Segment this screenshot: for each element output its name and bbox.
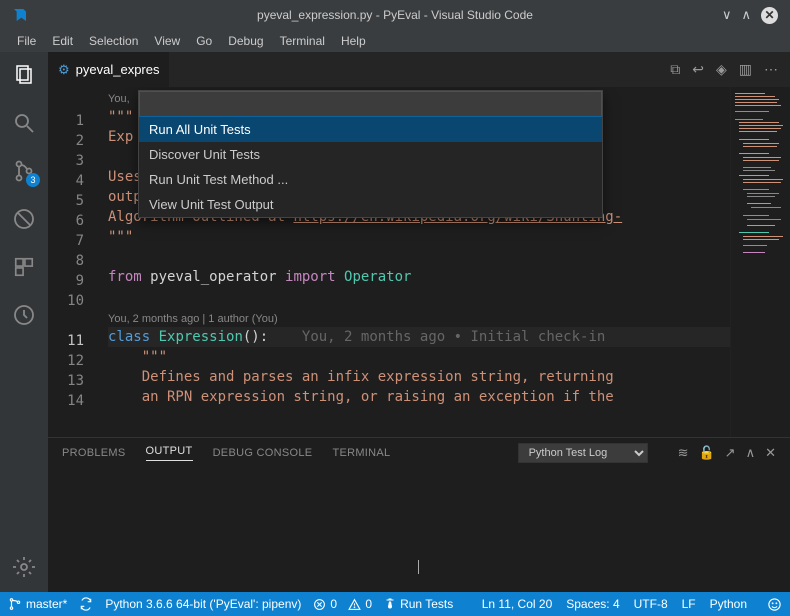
output-body[interactable] [48, 468, 790, 592]
title-bar: pyeval_expression.py - PyEval - Visual S… [0, 0, 790, 30]
tab-action-revert-icon[interactable]: ↩ [692, 61, 704, 78]
status-feedback-icon[interactable] [767, 597, 782, 612]
tab-pyeval-expression[interactable]: ⚙ pyeval_expres [48, 52, 169, 87]
panel-lock-icon[interactable]: 🔓 [698, 445, 714, 461]
menu-file[interactable]: File [10, 32, 43, 50]
panel-tab-debug-console[interactable]: DEBUG CONSOLE [213, 447, 313, 459]
output-channel-select[interactable]: Python Test Log [518, 443, 648, 463]
line-gutter: 123 456 789 10 1112 1314 [48, 87, 102, 437]
activity-bar: 3 [0, 52, 48, 592]
panel-tab-terminal[interactable]: TERMINAL [332, 447, 390, 459]
panel-tab-output[interactable]: OUTPUT [146, 445, 193, 461]
tab-action-split-icon[interactable]: ▥ [739, 61, 752, 78]
menu-go[interactable]: Go [189, 32, 219, 50]
window-maximize-icon[interactable]: ∧ [741, 7, 751, 24]
palette-option-run-method[interactable]: Run Unit Test Method ... [139, 167, 602, 192]
status-language[interactable]: Python [710, 597, 747, 612]
palette-option-run-all[interactable]: Run All Unit Tests [139, 117, 602, 142]
tab-label: pyeval_expres [76, 62, 160, 77]
activity-settings-icon[interactable] [11, 554, 37, 580]
command-palette-input[interactable] [139, 91, 602, 117]
scm-badge: 3 [26, 173, 40, 187]
text-cursor-icon [418, 560, 419, 574]
window-minimize-icon[interactable]: ∨ [722, 7, 732, 24]
menu-edit[interactable]: Edit [45, 32, 80, 50]
menu-debug[interactable]: Debug [221, 32, 270, 50]
command-palette: Run All Unit Tests Discover Unit Tests R… [138, 90, 603, 218]
status-cursor-pos[interactable]: Ln 11, Col 20 [482, 597, 553, 612]
window-close-icon[interactable]: ✕ [761, 7, 778, 24]
menu-view[interactable]: View [147, 32, 187, 50]
panel-open-icon[interactable]: ↗ [725, 445, 736, 461]
status-eol[interactable]: LF [682, 597, 696, 612]
status-problems[interactable]: 0 0 [313, 597, 372, 611]
menu-bar: File Edit Selection View Go Debug Termin… [0, 30, 790, 52]
palette-option-discover[interactable]: Discover Unit Tests [139, 142, 602, 167]
panel-clear-icon[interactable]: ≋ [678, 445, 689, 461]
code-lens-class[interactable]: You, 2 months ago | 1 author (You) [108, 307, 730, 327]
tab-bar: ⚙ pyeval_expres ⧉ ↩ ◈ ▥ ⋯ [48, 52, 790, 87]
bottom-panel: PROBLEMS OUTPUT DEBUG CONSOLE TERMINAL P… [48, 437, 790, 592]
panel-tab-problems[interactable]: PROBLEMS [62, 447, 126, 459]
menu-terminal[interactable]: Terminal [273, 32, 332, 50]
window-title: pyeval_expression.py - PyEval - Visual S… [257, 8, 533, 22]
tab-action-compare-icon[interactable]: ⧉ [670, 61, 680, 78]
activity-explorer-icon[interactable] [11, 62, 37, 88]
menu-help[interactable]: Help [334, 32, 373, 50]
python-file-icon: ⚙ [58, 62, 70, 78]
activity-test-icon[interactable] [11, 302, 37, 328]
tab-action-more-icon[interactable]: ⋯ [764, 61, 778, 78]
tab-action-diff-icon[interactable]: ◈ [716, 61, 727, 78]
activity-scm-icon[interactable]: 3 [11, 158, 37, 184]
menu-selection[interactable]: Selection [82, 32, 145, 50]
panel-maximize-icon[interactable]: ∧ [746, 445, 756, 461]
status-indent[interactable]: Spaces: 4 [566, 597, 619, 612]
status-python-env[interactable]: Python 3.6.6 64-bit ('PyEval': pipenv) [105, 597, 301, 611]
editor-main: ⚙ pyeval_expres ⧉ ↩ ◈ ▥ ⋯ 123 456 789 10… [48, 52, 790, 592]
minimap[interactable] [730, 87, 790, 437]
status-encoding[interactable]: UTF-8 [634, 597, 668, 612]
activity-debug-icon[interactable] [11, 206, 37, 232]
status-branch[interactable]: master* [8, 597, 67, 611]
activity-extensions-icon[interactable] [11, 254, 37, 280]
app-icon [0, 7, 40, 23]
status-run-tests[interactable]: Run Tests [384, 597, 453, 611]
status-bar: master* Python 3.6.6 64-bit ('PyEval': p… [0, 592, 790, 616]
activity-search-icon[interactable] [11, 110, 37, 136]
status-sync-icon[interactable] [79, 597, 93, 611]
panel-close-icon[interactable]: ✕ [765, 445, 776, 461]
palette-option-view-output[interactable]: View Unit Test Output [139, 192, 602, 217]
editor[interactable]: 123 456 789 10 1112 1314 You, """ Exp Us… [48, 87, 790, 437]
